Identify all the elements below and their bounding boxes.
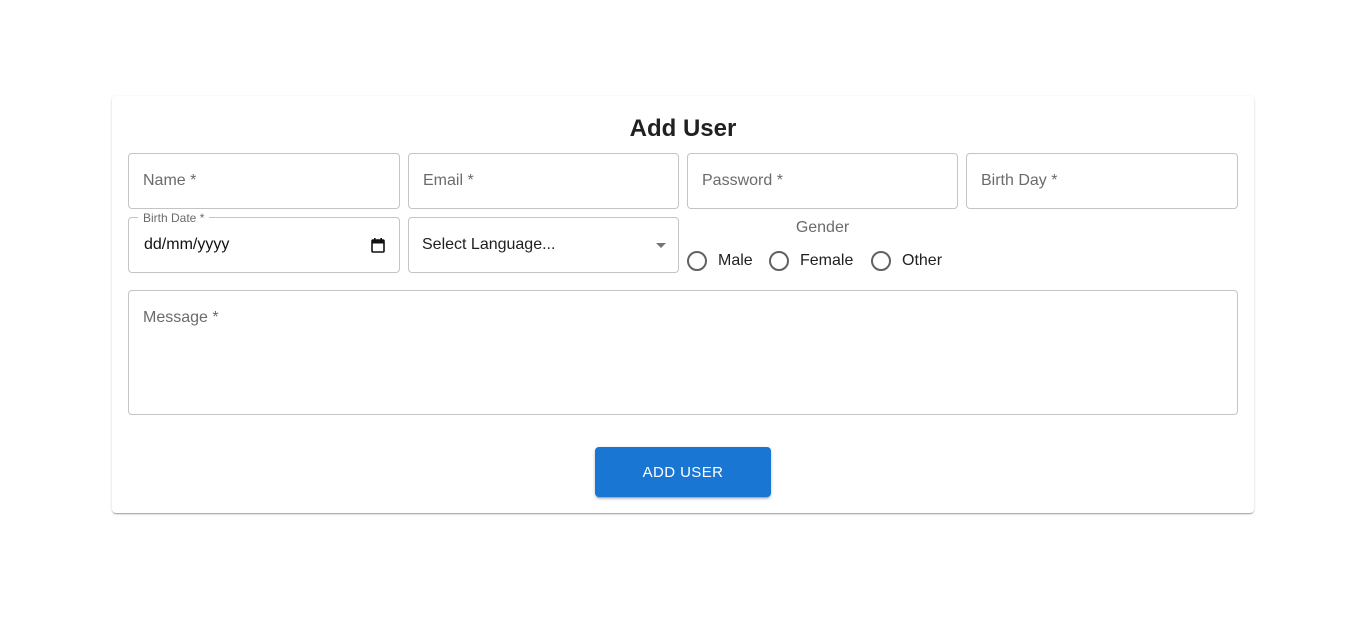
page-title: Add User — [629, 115, 737, 142]
radio-circle-icon — [769, 251, 789, 271]
add-user-card: Add User Name * Email * Password * Birth… — [112, 96, 1254, 513]
birth-date-label: Birth Date * — [138, 211, 210, 225]
gender-radio-female[interactable]: Female — [769, 250, 853, 272]
language-select-value: Select Language... — [422, 236, 556, 253]
email-field[interactable]: Email * — [408, 153, 679, 209]
birth-date-field[interactable]: Birth Date * dd/mm/yyyy — [128, 211, 400, 273]
gender-radio-male[interactable]: Male — [687, 250, 753, 272]
radio-circle-icon — [871, 251, 891, 271]
radio-circle-icon — [687, 251, 707, 271]
gender-label: Gender — [795, 219, 850, 236]
chevron-down-icon — [656, 243, 666, 248]
gender-option-label: Female — [800, 252, 854, 269]
birth-date-value: dd/mm/yyyy — [144, 236, 230, 253]
language-select[interactable]: Select Language... — [408, 217, 679, 273]
password-placeholder: Password * — [702, 172, 783, 189]
gender-option-label: Other — [902, 252, 943, 269]
gender-radio-other[interactable]: Other — [871, 250, 942, 272]
add-user-button[interactable]: ADD USER — [595, 447, 771, 497]
message-placeholder: Message * — [143, 309, 219, 326]
birthday-field[interactable]: Birth Day * — [966, 153, 1238, 209]
birthday-placeholder: Birth Day * — [981, 172, 1058, 189]
name-field[interactable]: Name * — [128, 153, 400, 209]
name-placeholder: Name * — [143, 172, 197, 189]
gender-option-label: Male — [718, 252, 753, 269]
password-field[interactable]: Password * — [687, 153, 958, 209]
calendar-icon[interactable] — [371, 238, 385, 253]
email-placeholder: Email * — [423, 172, 474, 189]
message-field[interactable]: Message * — [128, 290, 1238, 415]
